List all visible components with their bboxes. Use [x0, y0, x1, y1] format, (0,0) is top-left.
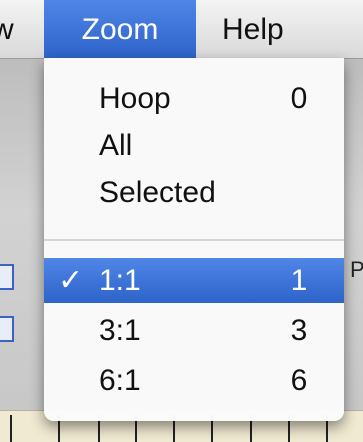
- menu-item-zoom-6-1[interactable]: 6:1 6: [44, 358, 344, 403]
- menu-bar-item-help[interactable]: Help: [222, 0, 284, 58]
- menu-item-zoom-3-1[interactable]: 3:1 3: [44, 308, 344, 353]
- menu-item-label: All: [99, 129, 133, 162]
- menu-item-shortcut: 0: [290, 82, 308, 115]
- zoom-menu: Hoop 0 All Selected ✓ 1:1 1 3:1 3 6:1 6: [44, 58, 344, 421]
- menu-item-label: 1:1: [99, 264, 141, 297]
- menu-item-zoom-1-1[interactable]: ✓ 1:1 1: [44, 258, 344, 303]
- menu-bar-item-zoom[interactable]: Zoom: [44, 0, 196, 58]
- menu-item-shortcut: 1: [290, 264, 308, 297]
- menu-item-shortcut: 3: [290, 314, 308, 347]
- menu-item-shortcut: 6: [290, 364, 308, 397]
- menu-item-label: 6:1: [99, 364, 141, 397]
- menu-item-hoop[interactable]: Hoop 0: [44, 76, 344, 121]
- menu-item-all[interactable]: All: [44, 123, 344, 168]
- menu-item-label: 3:1: [99, 314, 141, 347]
- menu-item-label: Hoop: [99, 82, 171, 115]
- ruler-tick: [10, 415, 12, 442]
- menu-bar: w Zoom Help: [0, 0, 363, 59]
- menu-separator: [44, 239, 344, 241]
- menu-item-selected[interactable]: Selected: [44, 170, 344, 215]
- menu-bar-item-view[interactable]: w: [0, 0, 14, 58]
- edge-text: P: [350, 257, 363, 282]
- menu-item-label: Selected: [99, 176, 216, 209]
- side-box-widget[interactable]: [0, 316, 14, 342]
- side-arrow-widget[interactable]: [0, 264, 14, 290]
- checkmark-icon: ✓: [58, 264, 84, 297]
